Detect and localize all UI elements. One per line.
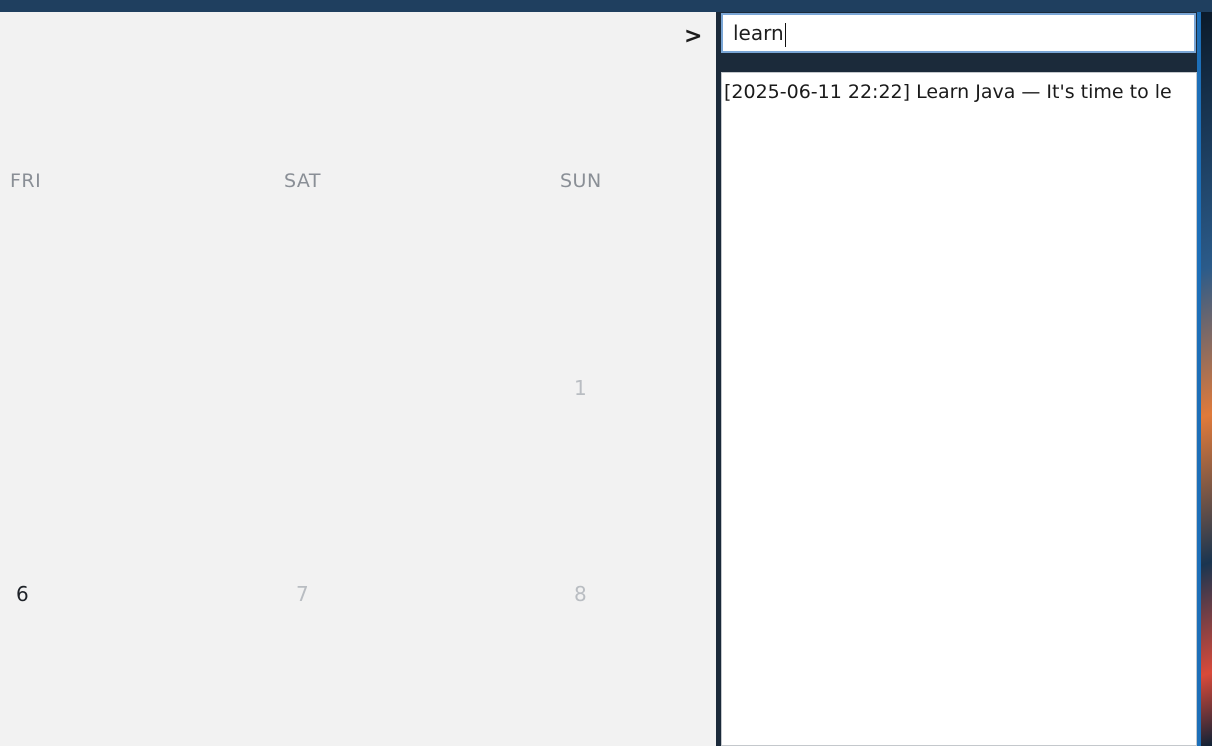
search-prompt-icon: > (684, 24, 703, 49)
desktop-background-strip (1201, 12, 1212, 746)
window-top-bar (0, 0, 1212, 12)
calendar-day-cell[interactable]: 6 (16, 582, 29, 606)
day-header-fri: FRI (10, 170, 42, 192)
search-result-item[interactable]: [2025-06-11 22:22] Learn Java — It's tim… (724, 81, 1172, 103)
calendar-day-cell[interactable]: 1 (574, 376, 587, 400)
text-caret (784, 22, 786, 47)
day-header-sat: SAT (284, 170, 322, 192)
search-input-value: learn (733, 21, 784, 45)
search-input[interactable]: learn (721, 13, 1196, 53)
day-header-sun: SUN (560, 170, 602, 192)
calendar-day-cell[interactable]: 8 (574, 582, 587, 606)
calendar-panel: FRI SAT SUN 1 6 7 8 (0, 12, 716, 746)
calendar-day-cell[interactable]: 7 (296, 582, 309, 606)
window-right-edge (1197, 12, 1212, 746)
search-results-list[interactable]: [2025-06-11 22:22] Learn Java — It's tim… (721, 72, 1197, 746)
